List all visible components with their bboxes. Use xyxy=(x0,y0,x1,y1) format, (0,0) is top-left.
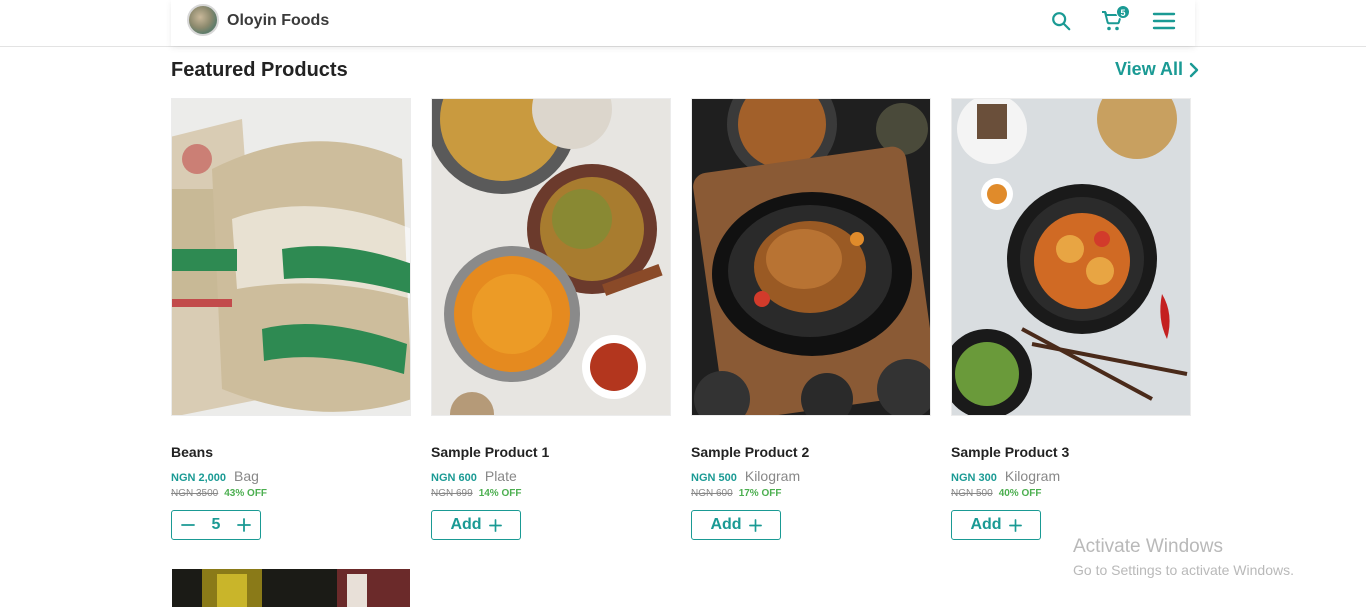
price-row: NGN 2,000 Bag xyxy=(171,468,259,484)
view-all-label: View All xyxy=(1115,59,1184,79)
product-price: NGN 300 xyxy=(951,472,997,484)
cart-count-badge: 5 xyxy=(1116,5,1130,19)
original-price: NGN 500 xyxy=(951,488,993,499)
product-name[interactable]: Sample Product 2 xyxy=(691,444,809,460)
product-unit: Kilogram xyxy=(1004,468,1061,484)
brand-name[interactable]: Oloyin Foods xyxy=(227,12,329,30)
product-image[interactable] xyxy=(691,98,931,416)
product-image[interactable] xyxy=(171,98,411,416)
menu-icon xyxy=(1152,12,1176,30)
discount-row: NGN 500 40% OFF xyxy=(951,488,1041,499)
discount-badge: 40% OFF xyxy=(998,488,1042,499)
product-price: NGN 500 xyxy=(691,472,737,484)
price-row: NGN 600 Plate xyxy=(431,468,517,484)
add-to-cart-button[interactable]: Add xyxy=(431,510,521,540)
top-navbar: Oloyin Foods 5 xyxy=(0,0,1366,47)
watermark-subtitle: Go to Settings to activate Windows. xyxy=(1073,562,1294,578)
product-card: Sample Product 1 NGN 600 Plate NGN 699 1… xyxy=(431,98,671,540)
cart-button[interactable]: 5 xyxy=(1099,5,1130,34)
add-button-label: Add xyxy=(710,516,742,533)
search-icon xyxy=(1052,12,1071,31)
add-to-cart-button[interactable]: Add xyxy=(691,510,781,540)
product-name[interactable]: Sample Product 3 xyxy=(951,444,1069,460)
decrease-button[interactable] xyxy=(181,518,195,532)
original-price: NGN 3500 xyxy=(171,488,219,499)
menu-button[interactable] xyxy=(1151,8,1177,34)
search-button[interactable] xyxy=(1048,8,1074,34)
original-price: NGN 600 xyxy=(691,488,733,499)
plus-icon xyxy=(748,518,762,532)
price-row: NGN 300 Kilogram xyxy=(951,468,1060,484)
watermark-title: Activate Windows xyxy=(1073,536,1223,557)
discount-badge: 14% OFF xyxy=(478,488,522,499)
section-title: Featured Products xyxy=(171,59,348,81)
plus-icon xyxy=(488,518,502,532)
activate-windows-watermark: Activate Windows Go to Settings to activ… xyxy=(1073,536,1294,578)
view-all-link[interactable]: View All xyxy=(1115,59,1199,80)
chevron-right-icon xyxy=(1189,62,1199,77)
add-button-label: Add xyxy=(450,516,482,533)
increase-button[interactable] xyxy=(237,518,251,532)
product-name[interactable]: Beans xyxy=(171,444,213,460)
discount-badge: 43% OFF xyxy=(224,488,268,499)
product-card: Sample Product 3 NGN 300 Kilogram NGN 50… xyxy=(951,98,1191,540)
quantity-stepper: 5 xyxy=(171,510,261,540)
navbar-container: Oloyin Foods 5 xyxy=(171,0,1195,46)
product-image[interactable] xyxy=(951,98,1191,416)
original-price: NGN 699 xyxy=(431,488,473,499)
discount-badge: 17% OFF xyxy=(738,488,782,499)
price-row: NGN 500 Kilogram xyxy=(691,468,800,484)
product-unit: Plate xyxy=(484,468,517,484)
product-card: Sample Product 2 NGN 500 Kilogram NGN 60… xyxy=(691,98,931,540)
product-name[interactable]: Sample Product 1 xyxy=(431,444,549,460)
discount-row: NGN 600 17% OFF xyxy=(691,488,781,499)
plus-icon xyxy=(237,518,251,532)
brand-logo[interactable] xyxy=(187,4,219,36)
product-price: NGN 600 xyxy=(431,472,477,484)
add-button-label: Add xyxy=(970,516,1002,533)
product-unit: Kilogram xyxy=(744,468,801,484)
discount-row: NGN 3500 43% OFF xyxy=(171,488,267,499)
product-card: Beans NGN 2,000 Bag NGN 3500 43% OFF 5 xyxy=(171,98,411,540)
product-unit: Bag xyxy=(234,468,259,484)
quantity-value: 5 xyxy=(211,516,221,533)
minus-icon xyxy=(181,524,195,526)
add-to-cart-button[interactable]: Add xyxy=(951,510,1041,540)
product-price: NGN 2,000 xyxy=(171,472,227,484)
discount-row: NGN 699 14% OFF xyxy=(431,488,521,499)
plus-icon xyxy=(1008,518,1022,532)
product-image[interactable] xyxy=(431,98,671,416)
product-image-partial[interactable] xyxy=(172,569,410,607)
